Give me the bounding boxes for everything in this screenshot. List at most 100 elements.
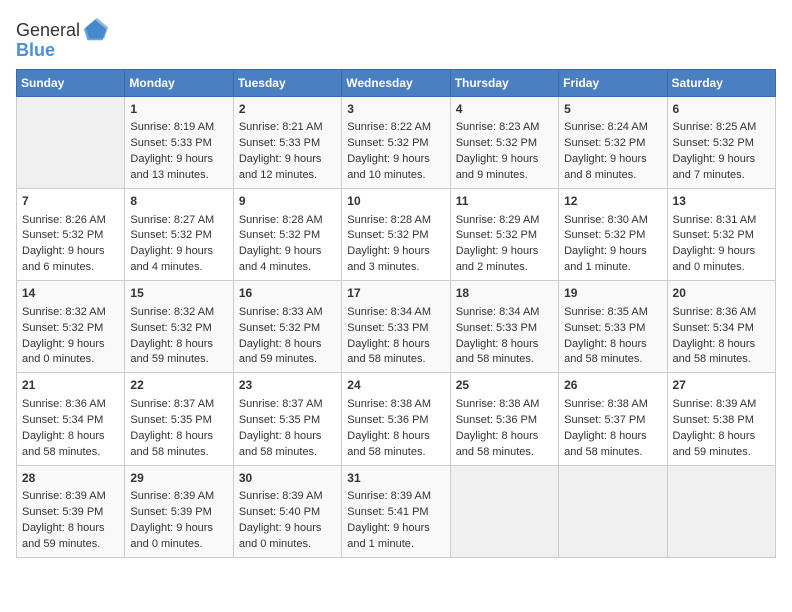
weekday-header-thursday: Thursday	[450, 70, 558, 97]
cell-text: Sunrise: 8:37 AM	[130, 397, 227, 413]
day-number: 31	[347, 470, 444, 487]
cell-text: Sunrise: 8:37 AM	[239, 397, 336, 413]
day-number: 1	[130, 101, 227, 118]
calendar-cell: 18Sunrise: 8:34 AMSunset: 5:33 PMDayligh…	[450, 281, 558, 373]
cell-text: Sunset: 5:32 PM	[673, 136, 770, 152]
cell-text: Sunset: 5:32 PM	[673, 228, 770, 244]
cell-text: Sunrise: 8:24 AM	[564, 120, 661, 136]
calendar-cell: 11Sunrise: 8:29 AMSunset: 5:32 PMDayligh…	[450, 189, 558, 281]
cell-text: Daylight: 8 hours	[130, 337, 227, 353]
cell-text: Sunrise: 8:39 AM	[239, 489, 336, 505]
cell-text: Sunrise: 8:32 AM	[130, 305, 227, 321]
cell-text: Daylight: 9 hours	[22, 244, 119, 260]
day-number: 9	[239, 193, 336, 210]
cell-text: Sunrise: 8:33 AM	[239, 305, 336, 321]
cell-text: Daylight: 9 hours	[130, 152, 227, 168]
calendar-cell: 12Sunrise: 8:30 AMSunset: 5:32 PMDayligh…	[559, 189, 667, 281]
calendar-table: SundayMondayTuesdayWednesdayThursdayFrid…	[16, 69, 776, 558]
calendar-header: SundayMondayTuesdayWednesdayThursdayFrid…	[17, 70, 776, 97]
calendar-cell: 16Sunrise: 8:33 AMSunset: 5:32 PMDayligh…	[233, 281, 341, 373]
cell-text: Sunrise: 8:39 AM	[347, 489, 444, 505]
day-number: 16	[239, 285, 336, 302]
logo-icon	[82, 16, 110, 44]
cell-text: Daylight: 9 hours	[130, 521, 227, 537]
cell-text: Daylight: 9 hours	[347, 152, 444, 168]
cell-text: Sunset: 5:36 PM	[347, 413, 444, 429]
calendar-cell	[667, 465, 775, 557]
cell-text: Sunset: 5:39 PM	[130, 505, 227, 521]
cell-text: Daylight: 8 hours	[347, 429, 444, 445]
calendar-cell: 8Sunrise: 8:27 AMSunset: 5:32 PMDaylight…	[125, 189, 233, 281]
cell-text: and 7 minutes.	[673, 168, 770, 184]
cell-text: Daylight: 8 hours	[22, 521, 119, 537]
cell-text: Sunset: 5:32 PM	[22, 228, 119, 244]
calendar-cell: 23Sunrise: 8:37 AMSunset: 5:35 PMDayligh…	[233, 373, 341, 465]
cell-text: Sunrise: 8:34 AM	[456, 305, 553, 321]
cell-text: Daylight: 9 hours	[456, 244, 553, 260]
day-number: 3	[347, 101, 444, 118]
weekday-header-saturday: Saturday	[667, 70, 775, 97]
cell-text: Sunrise: 8:36 AM	[673, 305, 770, 321]
calendar-cell: 13Sunrise: 8:31 AMSunset: 5:32 PMDayligh…	[667, 189, 775, 281]
cell-text: Sunrise: 8:27 AM	[130, 213, 227, 229]
cell-text: Sunrise: 8:21 AM	[239, 120, 336, 136]
cell-text: Daylight: 9 hours	[347, 244, 444, 260]
cell-text: and 58 minutes.	[564, 352, 661, 368]
cell-text: and 13 minutes.	[130, 168, 227, 184]
cell-text: Sunrise: 8:29 AM	[456, 213, 553, 229]
cell-text: Sunrise: 8:25 AM	[673, 120, 770, 136]
day-number: 20	[673, 285, 770, 302]
cell-text: and 58 minutes.	[456, 352, 553, 368]
cell-text: Sunset: 5:32 PM	[564, 228, 661, 244]
day-number: 21	[22, 377, 119, 394]
cell-text: Sunset: 5:38 PM	[673, 413, 770, 429]
cell-text: and 0 minutes.	[22, 352, 119, 368]
cell-text: and 4 minutes.	[239, 260, 336, 276]
cell-text: and 58 minutes.	[347, 445, 444, 461]
calendar-cell: 3Sunrise: 8:22 AMSunset: 5:32 PMDaylight…	[342, 97, 450, 189]
cell-text: Sunset: 5:33 PM	[130, 136, 227, 152]
calendar-cell: 4Sunrise: 8:23 AMSunset: 5:32 PMDaylight…	[450, 97, 558, 189]
weekday-header-friday: Friday	[559, 70, 667, 97]
cell-text: Daylight: 8 hours	[564, 337, 661, 353]
cell-text: Sunrise: 8:39 AM	[130, 489, 227, 505]
day-number: 17	[347, 285, 444, 302]
cell-text: and 0 minutes.	[673, 260, 770, 276]
weekday-header-wednesday: Wednesday	[342, 70, 450, 97]
cell-text: Sunset: 5:35 PM	[239, 413, 336, 429]
cell-text: Sunrise: 8:28 AM	[239, 213, 336, 229]
cell-text: Daylight: 8 hours	[456, 429, 553, 445]
cell-text: Sunrise: 8:39 AM	[22, 489, 119, 505]
cell-text: Daylight: 8 hours	[673, 337, 770, 353]
calendar-cell: 27Sunrise: 8:39 AMSunset: 5:38 PMDayligh…	[667, 373, 775, 465]
calendar-cell: 1 Sunrise: 8:19 AMSunset: 5:33 PMDaylight…	[125, 97, 233, 189]
calendar-cell	[17, 97, 125, 189]
cell-text: Daylight: 8 hours	[239, 429, 336, 445]
cell-text: Sunrise: 8:38 AM	[347, 397, 444, 413]
cell-text: Daylight: 9 hours	[347, 521, 444, 537]
cell-text: Daylight: 9 hours	[673, 152, 770, 168]
day-number: 13	[673, 193, 770, 210]
cell-text: and 0 minutes.	[239, 537, 336, 553]
cell-text: Sunrise: 8:19 AM	[130, 120, 227, 136]
calendar-cell: 17Sunrise: 8:34 AMSunset: 5:33 PMDayligh…	[342, 281, 450, 373]
calendar-body: 1Sunrise: 8:19 AMSunset: 5:33 PMDaylight…	[17, 97, 776, 558]
cell-text: and 58 minutes.	[673, 352, 770, 368]
day-number: 14	[22, 285, 119, 302]
weekday-header-monday: Monday	[125, 70, 233, 97]
calendar-cell	[450, 465, 558, 557]
day-number: 30	[239, 470, 336, 487]
cell-text: and 0 minutes.	[130, 537, 227, 553]
day-number: 22	[130, 377, 227, 394]
page-header: General Blue	[16, 16, 776, 61]
cell-text: Daylight: 9 hours	[239, 521, 336, 537]
cell-text: and 3 minutes.	[347, 260, 444, 276]
calendar-week-3: 14Sunrise: 8:32 AMSunset: 5:32 PMDayligh…	[17, 281, 776, 373]
cell-text: Sunrise: 8:26 AM	[22, 213, 119, 229]
cell-text: and 1 minute.	[347, 537, 444, 553]
calendar-cell: 29Sunrise: 8:39 AMSunset: 5:39 PMDayligh…	[125, 465, 233, 557]
cell-text: Sunrise: 8:39 AM	[673, 397, 770, 413]
day-number: 11	[456, 193, 553, 210]
weekday-header-row: SundayMondayTuesdayWednesdayThursdayFrid…	[17, 70, 776, 97]
day-number: 25	[456, 377, 553, 394]
